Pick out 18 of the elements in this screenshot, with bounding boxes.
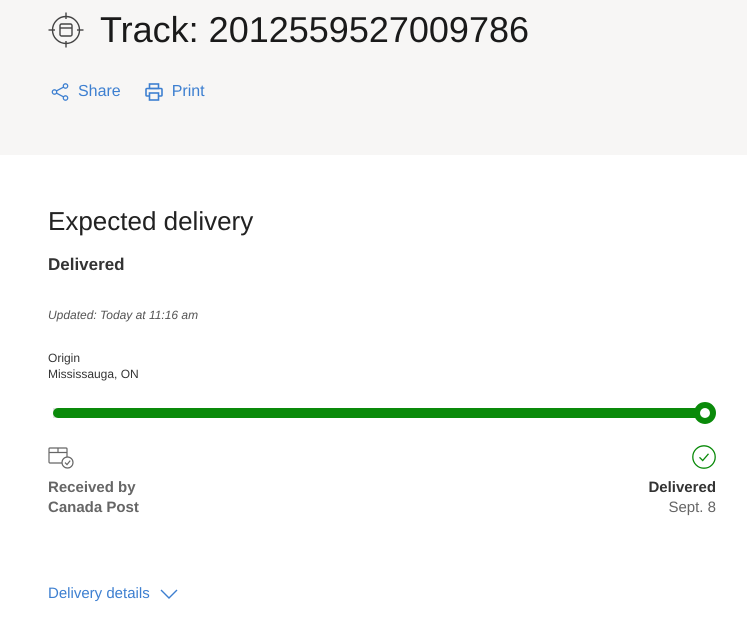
printer-icon [144, 83, 163, 101]
print-link[interactable]: Print [144, 82, 205, 102]
section-heading: Expected delivery [48, 205, 254, 237]
progress-ring-icon [694, 402, 716, 424]
page-title: Track: 2012559527009786 [100, 11, 530, 49]
delivered-label: Delivered [648, 478, 716, 498]
package-check-icon [48, 445, 74, 469]
origin-location: Mississauga, ON [48, 366, 140, 382]
delivery-status: Delivered [48, 254, 126, 276]
crosshair-box-icon [48, 12, 84, 48]
delivery-details-toggle[interactable]: Delivery details [48, 584, 178, 604]
updated-time: Updated: Today at 11:16 am [48, 307, 200, 323]
check-circle-icon [692, 445, 716, 469]
share-icon [51, 83, 69, 101]
share-link[interactable]: Share [51, 82, 121, 102]
delivery-date: Sept. 8 [668, 498, 716, 518]
received-label: Received by Canada Post [48, 478, 140, 518]
origin-label: Origin [48, 350, 82, 366]
